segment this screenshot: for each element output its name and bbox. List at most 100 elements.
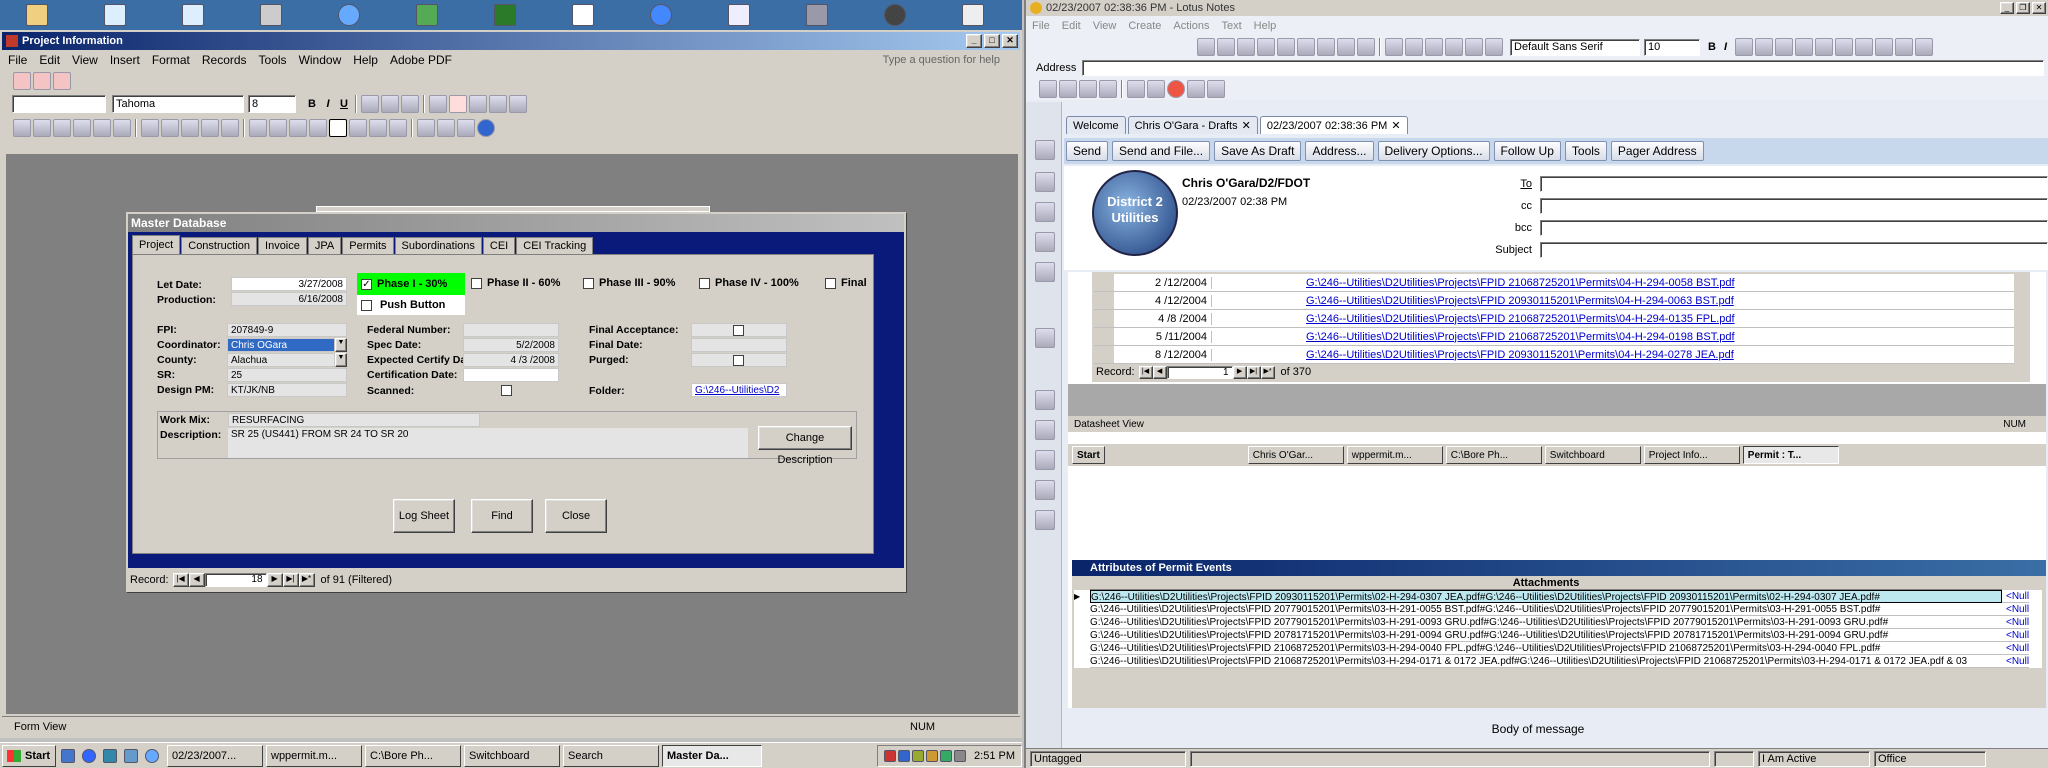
font-name-select[interactable]: Tahoma [112, 95, 244, 113]
sametime-bookmark-icon[interactable] [1035, 262, 1055, 282]
notes-menu-actions[interactable]: Actions [1173, 20, 1209, 32]
search-icon[interactable] [1207, 80, 1225, 98]
workmix-field[interactable]: RESURFACING [228, 413, 480, 427]
tab-invoice[interactable]: Invoice [258, 237, 307, 254]
todo-bookmark-icon[interactable] [1035, 232, 1055, 252]
address-input[interactable] [1082, 60, 2044, 76]
null-cell[interactable]: <Null [2002, 603, 2030, 616]
table-row[interactable]: 4 /8 /2004 G:\246--Utilities\D2Utilities\… [1094, 310, 2014, 328]
pdf-convert-icon[interactable] [13, 72, 31, 90]
signal-indicator[interactable] [1714, 750, 1754, 767]
notes-menu-view[interactable]: View [1093, 20, 1117, 32]
bcc-field[interactable] [1540, 220, 2048, 236]
pager-address-button[interactable]: Pager Address [1610, 141, 1704, 161]
follow-up-button[interactable]: Follow Up [1493, 141, 1561, 161]
tray-icon[interactable] [884, 749, 897, 762]
user-icon[interactable] [572, 4, 594, 26]
tools-button[interactable]: Tools [1564, 141, 1607, 161]
xml-icon[interactable] [416, 4, 438, 26]
tab-subordinations[interactable]: Subordinations [394, 237, 482, 254]
document-icon[interactable] [182, 4, 204, 26]
filter-selection-icon[interactable] [289, 119, 307, 137]
row-link[interactable]: G:\246--Utilities\D2Utilities\Projects\F… [1306, 331, 1735, 343]
menu-window[interactable]: Window [299, 53, 342, 67]
refresh-icon[interactable] [1187, 80, 1205, 98]
embedded-next-button[interactable]: ▶ [1232, 365, 1247, 379]
computer-icon[interactable] [806, 4, 828, 26]
delivery-options-button[interactable]: Delivery Options... [1377, 141, 1490, 161]
null-cell[interactable]: <Null [2002, 616, 2030, 629]
size-select[interactable]: 10 [1644, 38, 1700, 56]
null-cell[interactable]: <Null [2002, 629, 2030, 642]
outlook-icon[interactable] [124, 748, 138, 763]
embedded-prev-button[interactable]: ◀ [1152, 365, 1167, 379]
search-icon[interactable] [53, 119, 71, 137]
task-lotus-notes[interactable]: 02/23/2007... [167, 744, 263, 767]
let-date-field[interactable]: 3/27/2008 [231, 277, 347, 291]
phase2-checkbox[interactable] [471, 277, 482, 289]
menu-file[interactable]: File [8, 53, 27, 67]
production-field[interactable]: 6/16/2008 [231, 292, 347, 306]
special-effect-icon[interactable] [509, 95, 527, 113]
excel-icon[interactable] [494, 4, 516, 26]
toolbar-icon[interactable] [1445, 38, 1463, 56]
tray-icon[interactable] [940, 749, 953, 762]
design-view-icon[interactable] [13, 119, 31, 137]
design-pm-field[interactable]: KT/JK/NB [227, 383, 347, 397]
next-record-button[interactable]: ▶ [266, 573, 283, 587]
log-sheet-button[interactable]: Log Sheet [393, 499, 455, 533]
help-icon[interactable] [477, 119, 495, 137]
expected-certify-date-field[interactable]: 4 /3 /2008 [463, 353, 559, 367]
record-number-field[interactable]: 18 [204, 573, 267, 587]
folder-icon[interactable] [26, 4, 48, 26]
toolbar-icon[interactable] [1755, 38, 1774, 56]
close-tab-icon[interactable]: ✕ [1391, 119, 1400, 132]
location-status[interactable]: Office [1874, 750, 1986, 767]
table-row[interactable]: 8 /12/2004 G:\246--Utilities\D2Utilities\… [1094, 346, 2014, 364]
toolbar-icon[interactable] [1217, 38, 1235, 56]
calendar-bookmark-icon[interactable] [1035, 172, 1055, 192]
task-search[interactable]: Search [563, 744, 659, 767]
sr-field[interactable]: 25 [227, 368, 347, 382]
county-select[interactable]: Alachua [227, 353, 335, 367]
help-search-input[interactable]: Type a question for help [883, 54, 1000, 66]
notes-menu-create[interactable]: Create [1128, 20, 1161, 32]
cc-field[interactable] [1540, 198, 2048, 214]
table-row[interactable]: 4 /12/2004 G:\246--Utilities\D2Utilities\… [1094, 292, 2014, 310]
task-wppermit[interactable]: wppermit.m... [266, 744, 362, 767]
previous-record-button[interactable]: ◀ [188, 573, 205, 587]
attachment-cell[interactable]: G:\246--Utilities\D2Utilities\Projects\F… [1090, 616, 2002, 629]
bold-button[interactable]: B [304, 98, 320, 110]
apply-filter-icon[interactable] [329, 119, 347, 137]
toolbar-icon[interactable] [1835, 38, 1854, 56]
toolbar-icon[interactable] [1775, 38, 1794, 56]
toolbar-icon[interactable] [1795, 38, 1814, 56]
toolbar-icon[interactable] [1425, 38, 1443, 56]
underline-button[interactable]: U [336, 98, 352, 110]
embedded-last-button[interactable]: ▶| [1246, 365, 1261, 379]
final-checkbox[interactable] [825, 277, 836, 289]
online-status[interactable]: I Am Active [1758, 750, 1870, 767]
attachment-cell[interactable]: G:\246--Utilities\D2Utilities\Projects\F… [1090, 629, 2002, 642]
toolbar-icon[interactable] [1257, 38, 1275, 56]
last-record-button[interactable]: ▶| [282, 573, 299, 587]
send-button[interactable]: Send [1066, 141, 1109, 161]
toolbar-icon[interactable] [1197, 38, 1215, 56]
filter-form-icon[interactable] [309, 119, 327, 137]
databases-bookmark-icon[interactable] [1035, 420, 1055, 440]
row-link[interactable]: G:\246--Utilities\D2Utilities\Projects\F… [1306, 295, 1734, 307]
more-bookmark-icon[interactable] [1035, 510, 1055, 530]
notes-italic-button[interactable]: I [1724, 41, 1727, 53]
toolbar-icon[interactable] [1405, 38, 1423, 56]
media-icon[interactable] [61, 748, 75, 763]
find-button[interactable]: Find [471, 499, 533, 533]
attachment-cell[interactable]: G:\246--Utilities\D2Utilities\Projects\F… [1090, 642, 2002, 655]
tray-icon[interactable] [954, 749, 967, 762]
mail-bookmark-icon[interactable] [1035, 140, 1055, 160]
align-center-icon[interactable] [381, 95, 399, 113]
toolbar-icon[interactable] [1735, 38, 1754, 56]
tray-icon[interactable] [912, 749, 925, 762]
close-tab-icon[interactable]: ✕ [1242, 119, 1251, 132]
tab-jpa[interactable]: JPA [307, 237, 342, 254]
contacts-bookmark-icon[interactable] [1035, 202, 1055, 222]
